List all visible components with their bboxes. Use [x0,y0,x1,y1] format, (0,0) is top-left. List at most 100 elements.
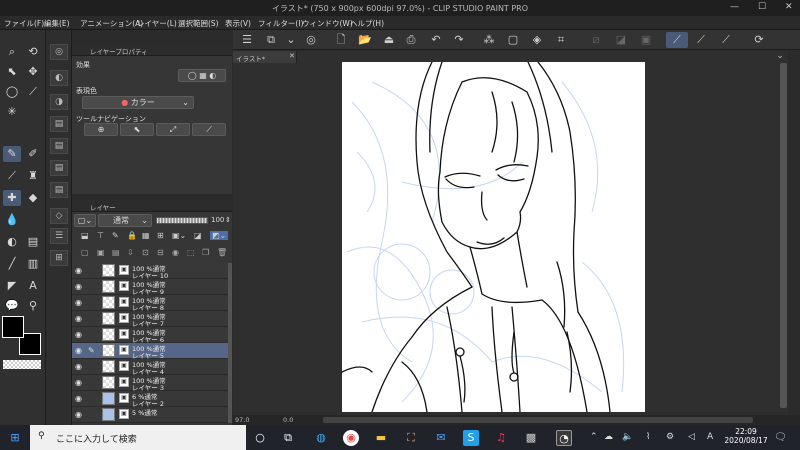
new-raster-icon[interactable]: ▢ [81,248,89,257]
menu-file[interactable]: ファイル(F) [4,18,44,29]
expression-color-select[interactable]: ● カラー ⌄ [82,96,194,109]
ime-indicator[interactable]: A [707,432,713,442]
cortana-icon[interactable]: ○ [252,430,268,446]
transfer-icon[interactable]: ⇩ [127,248,134,257]
brush-icon[interactable]: ⟋ [3,168,21,184]
menu-animation[interactable]: アニメーション(A) [80,18,143,29]
ruler-icon[interactable]: ◤ [3,278,21,294]
onedrive-icon[interactable]: ☁ [604,432,613,442]
nav-button-3[interactable]: ⤢ [156,123,190,136]
eraser-icon[interactable]: ◆ [24,190,42,206]
wifi-icon[interactable]: ⌇ [646,432,650,442]
subtool-icon-1[interactable]: ◎ [50,44,68,60]
eye-icon[interactable]: ◉ [75,378,84,387]
subtool-icon-7[interactable]: ▤ [50,182,68,198]
layer-row[interactable]: ◉ ▣ 6 %通常 レイヤー 2 [72,391,228,408]
menu-view[interactable]: 表示(V) [225,18,251,29]
file-explorer-icon[interactable]: ▬ [373,430,389,446]
windows-start-icon[interactable]: ⊞ [7,430,23,446]
decoration-icon[interactable]: ✚ [3,190,21,206]
apply-mask-icon[interactable]: ⬚ [187,248,195,257]
layer-row[interactable]: ◉ ▣ 100 %通常 レイヤー 8 [72,295,228,312]
opacity-value[interactable]: 100 [211,216,224,224]
layer-color-icon[interactable]: ◩⌄ [210,231,229,240]
app-icon[interactable]: ▩ [523,430,539,446]
layer-scrollbar[interactable] [228,263,232,423]
lock-transparent-icon[interactable]: ▦ [142,231,150,240]
nav-button-2[interactable]: ⬉ [120,123,154,136]
menu-help[interactable]: ヘルプ(H) [350,18,384,29]
frame-icon[interactable]: ▥ [24,256,42,272]
fill-bucket-icon[interactable]: ◐ [3,234,21,250]
drawing-canvas[interactable] [342,62,645,412]
effect-buttons[interactable]: ◯ ▦ ◐ [178,69,226,82]
eye-icon[interactable]: ◉ [75,298,84,307]
new-vector-icon[interactable]: ▣ [97,248,105,257]
task-view-icon[interactable]: ⧉ [280,430,296,446]
clear-icon[interactable]: ⁂ [481,32,497,48]
opacity-slider[interactable] [156,217,208,224]
layer-row[interactable]: ◉ ▣ 100 %通常 レイヤー 9 [72,279,228,296]
zoom-value[interactable]: 97.0 [235,416,249,424]
canvas-menu-icon[interactable]: ⌄ [772,51,788,61]
menu-selection[interactable]: 選択範囲(S) [178,18,219,29]
clip-icon[interactable]: ⬓ [81,231,89,240]
zoom-icon[interactable]: ⌕ [3,44,21,60]
figure-icon[interactable]: ╱ [3,256,21,272]
text-icon[interactable]: A [24,278,42,294]
volume-tray-icon[interactable]: ◁ [688,432,695,442]
correct-line-icon[interactable]: ⚲ [24,298,42,314]
open-folder-icon[interactable]: 📂 [357,32,373,48]
print-icon[interactable]: ⎙ [403,32,419,48]
subtool-icon-3[interactable]: ◑ [50,94,68,110]
layers-stack-icon[interactable]: ☰ [50,228,68,244]
eye-icon[interactable]: ◉ [75,410,84,419]
new-file-icon[interactable]: ⧉ [263,32,279,48]
eye-icon[interactable]: ◉ [75,346,84,355]
angle-value[interactable]: 0.0 [283,416,293,424]
canvas-scroll-thumb[interactable] [780,63,787,408]
nav-button-4[interactable]: ⟋ [192,123,226,136]
menu-window[interactable]: ウィンドウ(W) [302,18,353,29]
blend-mode-select[interactable]: 通常 ⌄ [98,214,152,227]
clip-studio-taskbar-icon[interactable]: ◔ [556,430,572,446]
document-tab[interactable]: イラスト* ✕ [233,51,297,63]
dropdown-icon[interactable]: ⌄ [283,32,299,48]
eye-icon[interactable]: ◉ [75,314,84,323]
transparent-color-swatch[interactable] [3,360,41,369]
eyedropper-icon[interactable]: ⟋ [24,84,42,100]
layer-list-icon[interactable]: ◇ [50,208,68,224]
layer-row[interactable]: ◉ ▣ 100 %通常 レイヤー 4 [72,359,228,376]
menu-icon[interactable]: ☰ [239,32,255,48]
stabilizer-medium-icon[interactable]: ⟋ [693,32,709,48]
operation-icon[interactable]: ⬉ [3,64,21,80]
layer-search-icon[interactable]: ⊞ [50,250,68,266]
rotate-icon[interactable]: ⟲ [24,44,42,60]
lock-icon[interactable]: 🔒 [127,231,137,240]
auto-select-icon[interactable]: ✳ [3,104,21,120]
notification-icon[interactable]: 🗨 [774,432,787,443]
mask-add-icon[interactable]: ◉ [172,248,179,257]
network-icon[interactable]: ⚙ [666,432,674,442]
trash-icon[interactable]: 🗑 [217,248,227,257]
move-icon[interactable]: ✥ [24,64,42,80]
subtool-icon-2[interactable]: ◐ [50,70,68,86]
crop-icon[interactable]: ⌗ [553,32,569,48]
gradient-icon[interactable]: ▤ [24,234,42,250]
eye-icon[interactable]: ◉ [75,394,84,403]
settings-icon[interactable]: ⟳ [751,32,767,48]
opacity-stepper[interactable]: ⇕ [225,216,231,224]
skype-icon[interactable]: S [463,430,479,446]
subtool-icon-6[interactable]: ▤ [50,160,68,176]
clock[interactable]: 22:09 2020/08/17 [722,427,770,449]
lasso-icon[interactable]: ◯ [3,84,21,100]
menu-edit[interactable]: 編集(E) [44,18,70,29]
pencil-icon[interactable]: ✐ [24,146,42,162]
maximize-button[interactable]: ☐ [758,2,766,12]
deselect-icon[interactable]: ⧄ [588,32,604,48]
save-icon[interactable]: ⏏ [381,32,397,48]
eye-icon[interactable]: ◉ [75,330,84,339]
draft-icon[interactable]: ✎ [112,231,119,240]
close-button[interactable]: ✕ [785,2,793,12]
close-tab-icon[interactable]: ✕ [289,52,295,60]
